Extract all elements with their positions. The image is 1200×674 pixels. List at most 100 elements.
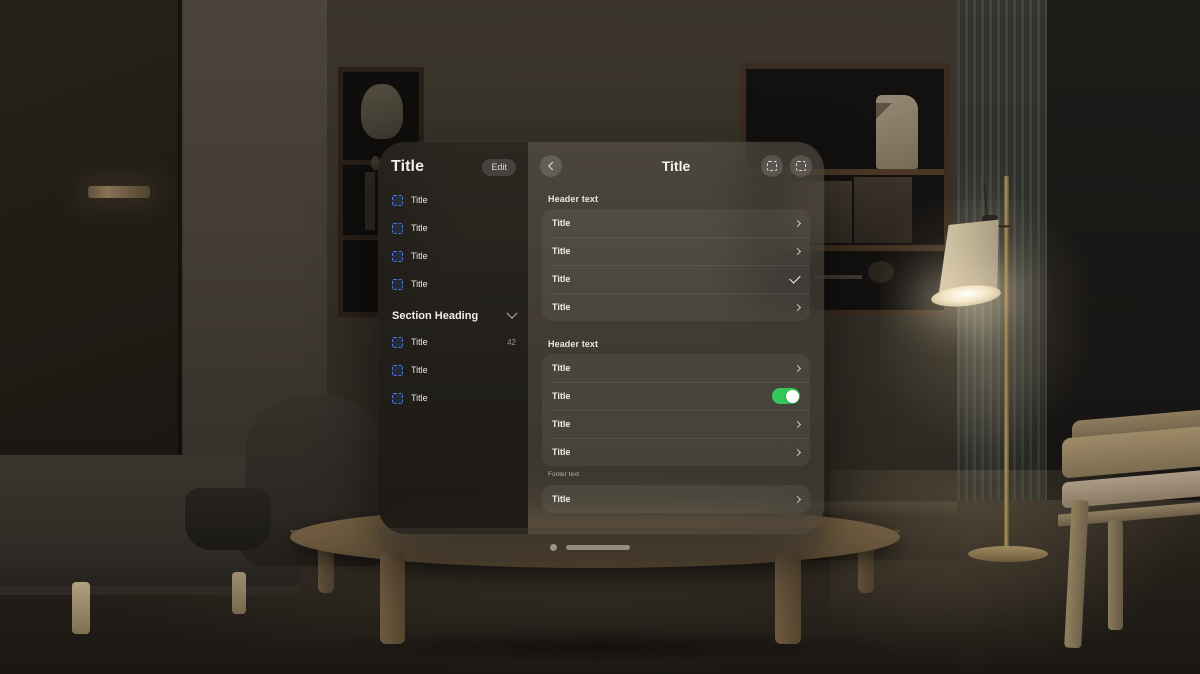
detail-header: Title <box>528 142 824 190</box>
placeholder-square-icon <box>767 161 777 171</box>
group-footer-text: Footer text <box>548 471 580 478</box>
toggle-knob <box>785 389 799 403</box>
list-row[interactable]: Title <box>542 209 810 237</box>
row-label: Title <box>552 246 571 256</box>
chevron-right-icon <box>793 247 802 255</box>
list-row-selected[interactable]: Title <box>542 265 810 293</box>
table-leg <box>380 552 405 644</box>
list-row[interactable]: Title <box>542 237 810 265</box>
group-header: Header text <box>548 339 599 349</box>
row-accessory <box>793 219 802 227</box>
row-accessory <box>793 495 802 503</box>
list-row[interactable]: Title <box>542 293 810 321</box>
chevron-right-icon <box>793 303 802 311</box>
sidebar-item[interactable]: Title <box>378 214 528 242</box>
placeholder-square-icon <box>796 161 806 171</box>
sidebar-item[interactable]: Title <box>378 270 528 298</box>
list-row[interactable]: Title <box>542 410 810 438</box>
wall-left-dark <box>0 0 182 440</box>
window-dot[interactable] <box>550 543 557 551</box>
edit-button[interactable]: Edit <box>482 158 516 176</box>
list-row[interactable]: Title <box>542 354 810 382</box>
bench-leg <box>1108 520 1123 630</box>
back-button[interactable] <box>540 155 562 177</box>
floor-lamp-pole <box>1004 176 1009 554</box>
sidebar-item-label: Title <box>411 279 428 289</box>
chevron-right-icon <box>793 495 802 503</box>
pouf <box>185 488 271 550</box>
settings-group: Title Title Title Title <box>542 209 810 321</box>
list-row-toggle[interactable]: Title <box>542 382 810 410</box>
settings-group: Title <box>542 485 810 513</box>
sidebar-item-badge: 42 <box>507 337 516 347</box>
row-accessory <box>772 388 800 404</box>
shelf-object-vase <box>361 84 403 139</box>
group-header: Header text <box>548 194 599 204</box>
sidebar-item[interactable]: Title <box>378 242 528 270</box>
sidebar-item-label: Title <box>411 365 428 375</box>
placeholder-square-icon <box>392 392 403 404</box>
sidebar-item-label: Title <box>411 251 428 261</box>
window-resize-handle[interactable] <box>566 544 630 550</box>
chevron-right-icon <box>793 364 802 372</box>
chevron-down-icon[interactable] <box>506 307 518 319</box>
row-accessory <box>793 420 802 428</box>
placeholder-square-icon <box>392 250 403 262</box>
sidebar-item-label: Title <box>411 195 428 205</box>
chevron-right-icon <box>793 448 802 456</box>
detail-body: Header text Title Title Title Title Head… <box>528 190 824 513</box>
row-label: Title <box>552 494 571 504</box>
row-accessory <box>793 448 802 456</box>
floating-app-window: Title Edit Title Title Title Title Secti… <box>378 142 824 534</box>
sidebar-section-heading: Section Heading <box>392 310 479 322</box>
window-bottom-bar <box>378 534 824 560</box>
row-accessory <box>789 271 801 284</box>
detail-pane: Title Header text Title Title Title Titl… <box>528 142 824 534</box>
list-row[interactable]: Title <box>542 485 810 513</box>
row-accessory <box>793 247 802 255</box>
shelf-object-pitcher <box>876 95 918 169</box>
sidebar-item-label: Title <box>411 393 428 403</box>
list-row[interactable]: Title <box>542 438 810 466</box>
header-action-button-2[interactable] <box>790 155 812 177</box>
sidebar-item[interactable]: Title <box>378 186 528 214</box>
sidebar-header: Title Edit <box>378 154 528 186</box>
placeholder-square-icon <box>392 194 403 206</box>
wall-sconce-light <box>88 186 150 198</box>
row-label: Title <box>552 363 571 373</box>
header-action-button-1[interactable] <box>761 155 783 177</box>
placeholder-square-icon <box>392 278 403 290</box>
chevron-right-icon <box>793 420 802 428</box>
chevron-right-icon <box>793 219 802 227</box>
floor-lamp-base <box>968 546 1048 562</box>
row-label: Title <box>552 447 571 457</box>
row-accessory <box>793 303 802 311</box>
sofa-leg <box>72 582 90 634</box>
sidebar-item-label: Title <box>411 337 428 347</box>
sidebar-title: Title <box>391 158 425 175</box>
row-label: Title <box>552 218 571 228</box>
sidebar-item-label: Title <box>411 223 428 233</box>
sidebar: Title Edit Title Title Title Title Secti… <box>378 142 528 534</box>
placeholder-square-icon <box>392 364 403 376</box>
placeholder-square-icon <box>392 222 403 234</box>
settings-group: Title Title Title Title <box>542 354 810 466</box>
sidebar-item[interactable]: Title <box>378 356 528 384</box>
row-label: Title <box>552 419 571 429</box>
table-leg <box>775 552 801 644</box>
sofa-leg <box>232 572 246 614</box>
row-accessory <box>793 364 802 372</box>
row-label: Title <box>552 391 571 401</box>
row-label: Title <box>552 302 571 312</box>
sidebar-item[interactable]: Title 42 <box>378 328 528 356</box>
sidebar-section-header[interactable]: Section Heading <box>378 298 528 328</box>
toggle-switch[interactable] <box>772 388 800 404</box>
placeholder-square-icon <box>392 336 403 348</box>
row-label: Title <box>552 274 571 284</box>
shelf-object-book <box>365 172 375 230</box>
checkmark-icon <box>789 271 801 284</box>
header-actions <box>761 155 812 177</box>
chevron-left-icon <box>548 161 557 171</box>
sidebar-item[interactable]: Title <box>378 384 528 412</box>
